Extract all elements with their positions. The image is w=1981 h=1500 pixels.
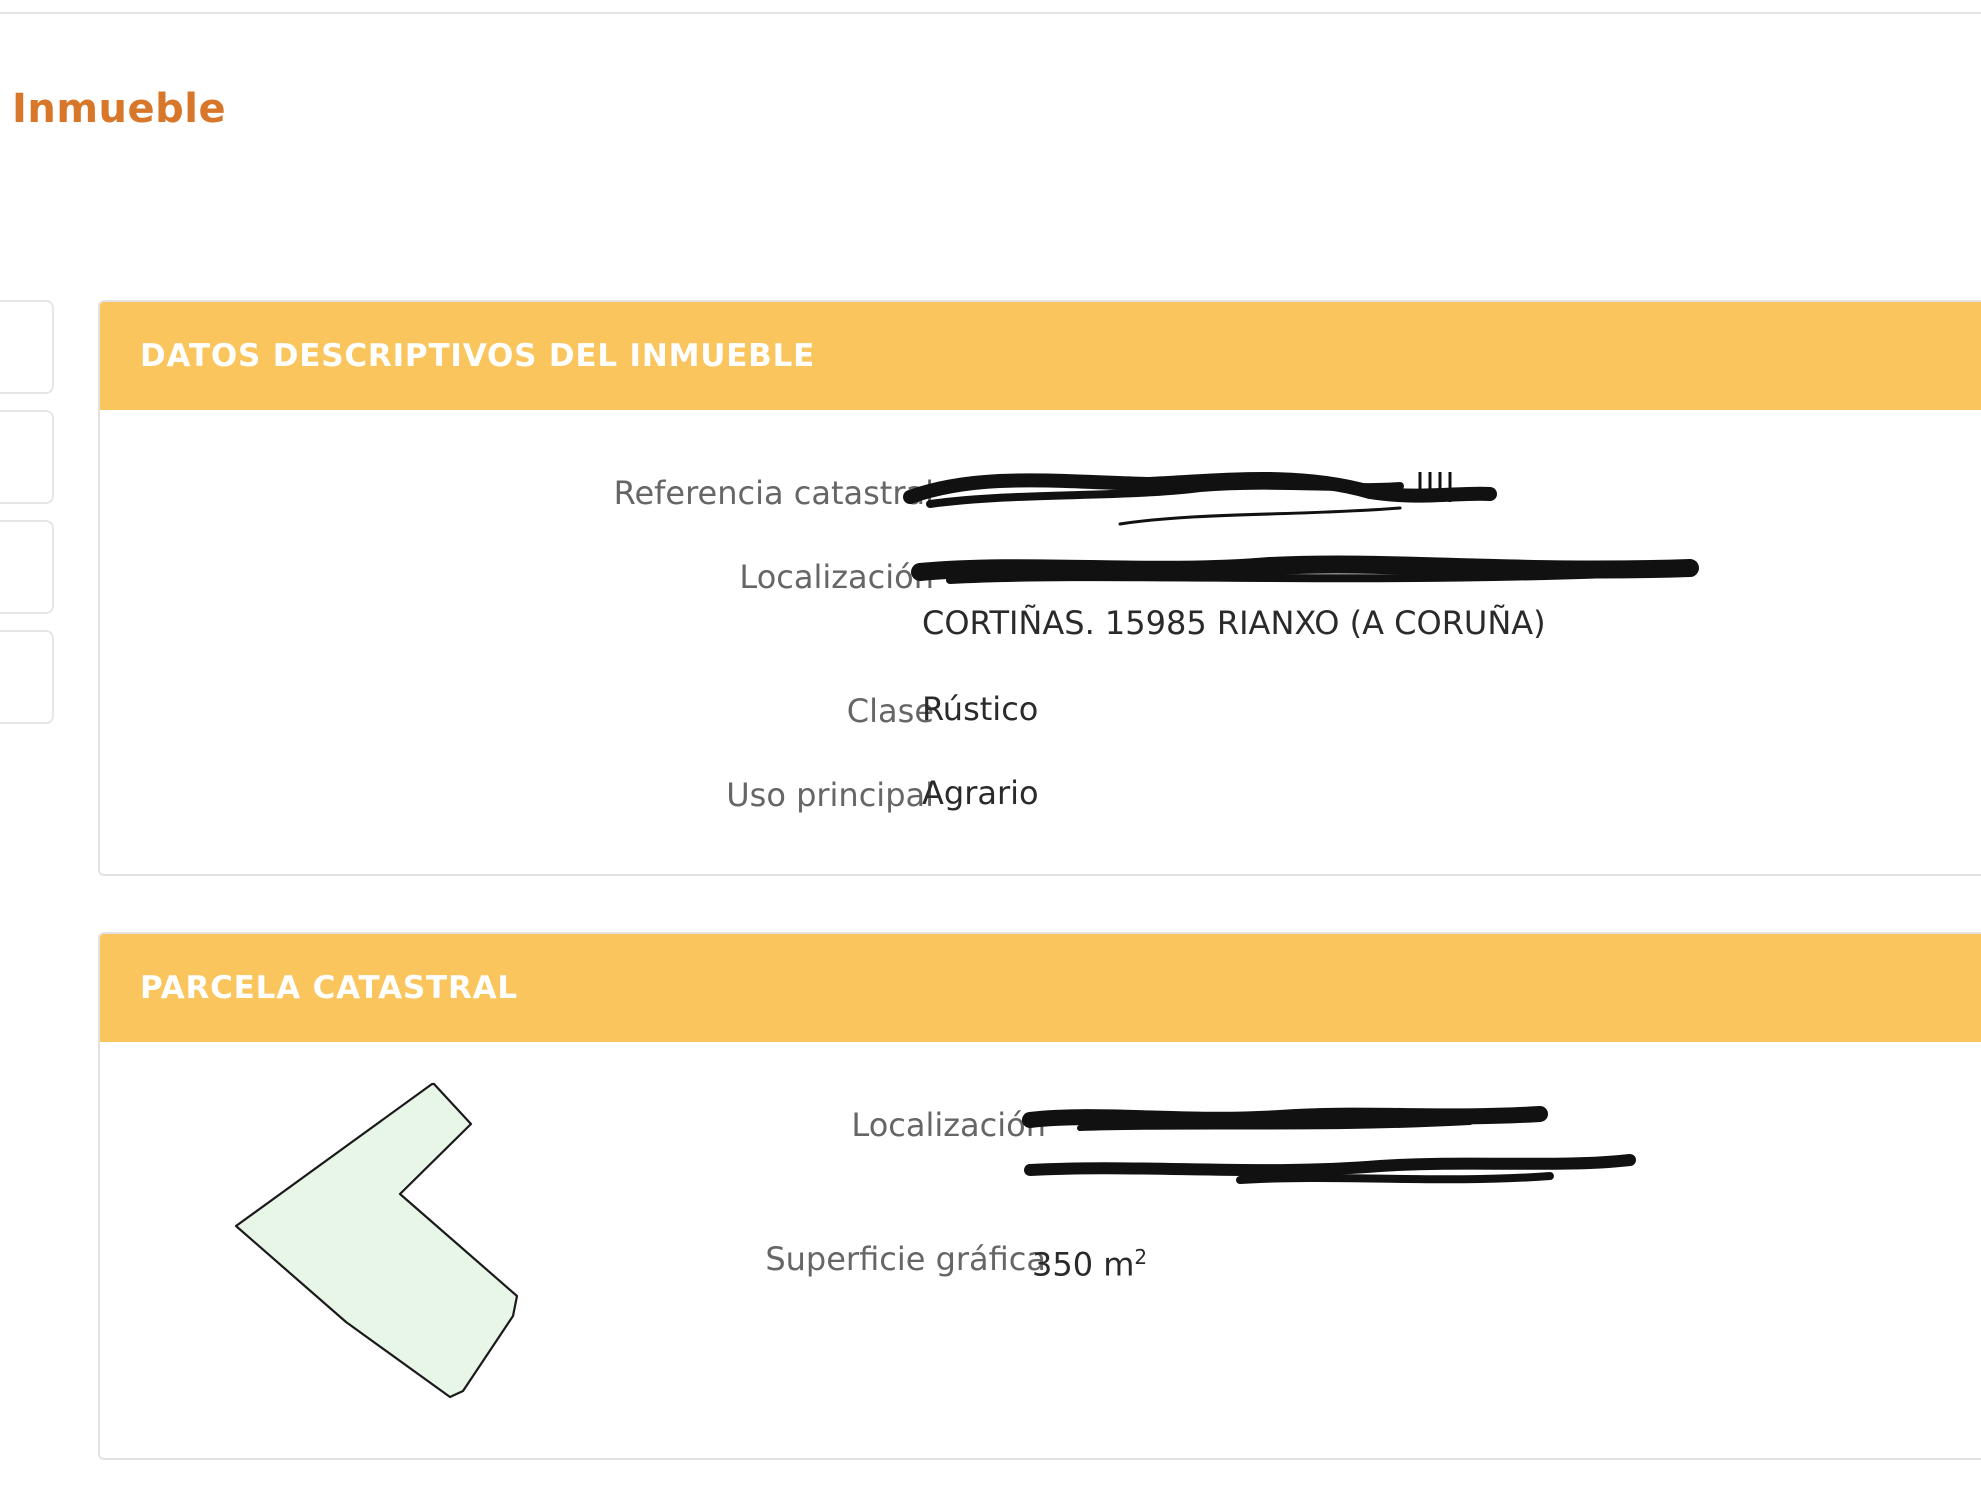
redaction-scribble-reference (903, 472, 1497, 526)
uso-principal-label: Uso principal (726, 776, 934, 814)
parcela-catastral-header: PARCELA CATASTRAL (100, 934, 1981, 1042)
parcel-localizacion-label: Localización (851, 1106, 1046, 1144)
redaction-scribble-location (911, 555, 1699, 584)
side-tab-1[interactable] (0, 300, 54, 394)
redaction-scribble-parcel-location (1022, 1106, 1636, 1184)
localizacion-line2: CORTIÑAS. 15985 RIANXO (A CORUÑA) (922, 604, 1546, 642)
superficie-grafica-number: 350 m (1032, 1245, 1135, 1284)
parcela-catastral-heading: PARCELA CATASTRAL (140, 970, 518, 1006)
descriptive-data-heading: DATOS DESCRIPTIVOS DEL INMUEBLE (140, 338, 816, 374)
page-title: Inmueble (12, 86, 227, 132)
clase-value: Rústico (922, 690, 1039, 728)
parcel-shape-map[interactable] (220, 1074, 560, 1414)
side-tab-4[interactable] (0, 630, 54, 724)
superficie-grafica-label: Superficie gráfica (765, 1240, 1046, 1278)
clase-label: Clase (846, 692, 934, 730)
top-divider (0, 0, 1981, 14)
descriptive-data-header: DATOS DESCRIPTIVOS DEL INMUEBLE (100, 302, 1981, 410)
descriptive-data-panel: DATOS DESCRIPTIVOS DEL INMUEBLE Referenc… (98, 300, 1981, 876)
referencia-catastral-label: Referencia catastral (613, 474, 934, 512)
uso-principal-value: Agrario (922, 774, 1039, 812)
side-tab-2[interactable] (0, 410, 54, 504)
side-tab-3[interactable] (0, 520, 54, 614)
localizacion-label: Localización (739, 558, 934, 596)
superficie-grafica-value: 350 m2 (1032, 1234, 1147, 1288)
superficie-grafica-exponent: 2 (1134, 1245, 1148, 1269)
parcela-catastral-panel: PARCELA CATASTRAL Localización Superfici… (98, 932, 1981, 1460)
parcel-polygon[interactable] (234, 1082, 519, 1399)
